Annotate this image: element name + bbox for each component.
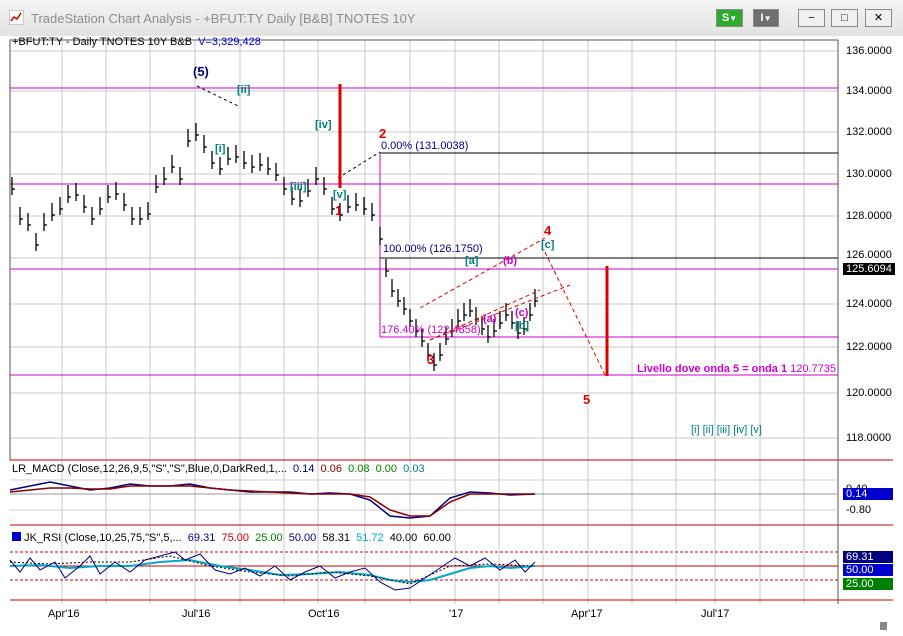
wave-label-i: [i]: [215, 143, 226, 155]
target-note: Livello dove onda 5 = onda 1 120.7735: [637, 363, 837, 375]
restore-icon: □: [841, 12, 848, 24]
chart-area[interactable]: +BFUT:TY - Daily TNOTES 10Y B&B V=3,329,…: [0, 36, 903, 636]
macd-plot: [9, 479, 838, 519]
date-label-jul16: Jul'16: [182, 608, 211, 620]
minimize-icon: −: [808, 12, 815, 24]
macd-axis-value: 0.14: [843, 488, 893, 500]
app-icon: [9, 10, 24, 25]
fib-0-label: 0.00% (131.0038): [381, 140, 469, 152]
price-axis-124: 124.0000: [846, 298, 892, 310]
macd-header: LR_MACD (Close,12,26,9,5,"S","S",Blue,0,…: [12, 463, 425, 475]
price-axis-136: 136.0000: [846, 45, 892, 57]
wave-label-3: 3: [427, 352, 435, 367]
chart-canvas[interactable]: [0, 36, 903, 636]
fib-176-label: 176.40% (122.4858): [381, 324, 481, 336]
date-label-apr17: Apr'17: [571, 608, 603, 620]
wave-label-a-bracket: [a]: [465, 255, 479, 267]
price-axis-132: 132.0000: [846, 126, 892, 138]
wave-label-1: 1: [335, 203, 343, 218]
wave-label-v: [v]: [333, 189, 347, 201]
wave-label-5: 5: [583, 392, 591, 407]
price-axis-128: 128.0000: [846, 210, 892, 222]
wave-label-2: 2: [379, 126, 387, 141]
rsi-axis-50: 50.00: [843, 564, 893, 576]
wave-label-b-bracket: [b]: [515, 320, 530, 332]
price-axis-118: 118.0000: [846, 432, 892, 444]
date-label-jul17: Jul'17: [701, 608, 730, 620]
minimize-button[interactable]: −: [798, 9, 825, 27]
trend-dashed-line: [196, 85, 239, 107]
date-label-apr16: Apr'16: [48, 608, 80, 620]
vertical-gridlines: [61, 40, 805, 604]
close-icon: ✕: [873, 12, 884, 24]
wave-label-ii: [ii]: [237, 84, 251, 96]
price-axis-134: 134.0000: [846, 85, 892, 97]
wave-label-iii: [iii]: [290, 181, 307, 193]
indicator-button[interactable]: I▼: [753, 9, 779, 27]
wave-label-b-paren: (b): [503, 255, 518, 267]
wave-label-a-paren: (a): [483, 313, 497, 325]
close-button[interactable]: ✕: [865, 9, 892, 27]
rsi-axis-25: 25.00: [843, 578, 893, 590]
wave-label-iv: [iv]: [315, 119, 332, 131]
price-axis-122: 122.0000: [846, 341, 892, 353]
wave-label-c-paren: (c): [515, 307, 529, 319]
fib-100-label: 100.00% (126.1750): [383, 243, 483, 255]
title-bar: TradeStation Chart Analysis - +BFUT:TY D…: [0, 0, 903, 37]
wave-label-c-bracket: [c]: [541, 239, 555, 251]
rsi-axis-value: 69.31: [843, 551, 893, 563]
date-label-17: '17: [449, 608, 464, 620]
scroll-handle[interactable]: [880, 622, 887, 630]
price-axis-130: 130.0000: [846, 168, 892, 180]
strategy-button[interactable]: S▼: [716, 9, 743, 27]
last-price-badge: 125.6094: [843, 263, 895, 275]
rsi-plot: [9, 551, 838, 591]
rsi-header: JK_RSI (Close,10,25,75,"S",5,... 69.31 7…: [12, 532, 451, 544]
wave-legend: [i] [ii] [iii] [iv] [v]: [691, 424, 762, 436]
price-panel-header: +BFUT:TY - Daily TNOTES 10Y B&B V=3,329,…: [12, 36, 261, 48]
wave-label-4: 4: [544, 223, 552, 238]
price-axis-120: 120.0000: [846, 387, 892, 399]
wave-label-5-top: (5): [193, 64, 209, 79]
macd-axis-bottom: -0.80: [846, 504, 872, 516]
window-title: TradeStation Chart Analysis - +BFUT:TY D…: [31, 11, 416, 26]
projection-line: [544, 251, 606, 376]
restore-button[interactable]: □: [831, 9, 858, 27]
price-axis-126: 126.0000: [846, 249, 892, 261]
date-label-oct16: Oct'16: [308, 608, 340, 620]
